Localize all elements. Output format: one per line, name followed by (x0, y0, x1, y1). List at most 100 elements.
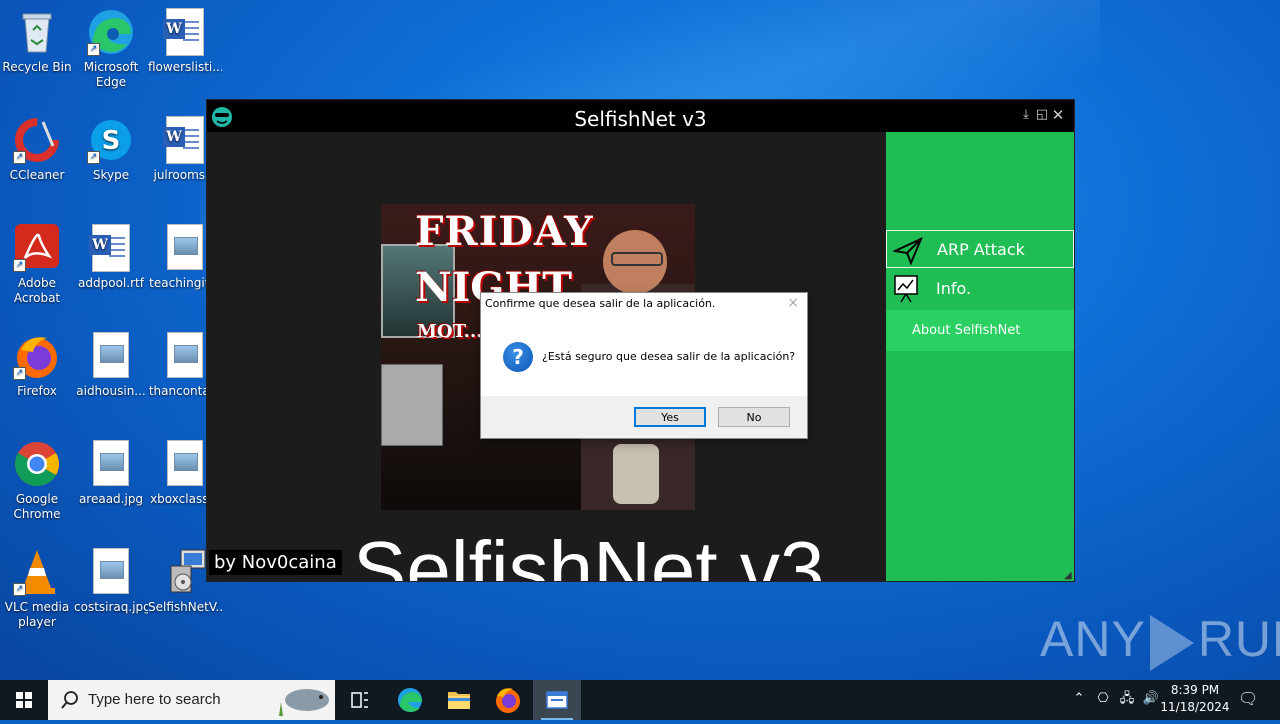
image-file-icon (161, 440, 209, 488)
desktop-icon-addpool[interactable]: W addpool.rtf (74, 224, 148, 291)
download-icon[interactable]: ⤓ (1019, 108, 1033, 122)
taskbar-search-box[interactable]: Type here to search (48, 680, 335, 720)
shortcut-arrow-icon: ↗ (87, 43, 100, 56)
dialog-title: Confirme que desea salir de la aplicació… (485, 297, 716, 310)
taskbar-file-explorer[interactable] (435, 680, 483, 720)
shortcut-arrow-icon: ↗ (87, 151, 100, 164)
task-view-icon (351, 692, 368, 708)
desktop-icon-label: SelfishNetV... (148, 600, 222, 614)
desktop-icon-microsoft-edge[interactable]: ↗ Microsoft Edge (74, 8, 148, 90)
desktop-icon-label: Adobe Acrobat (13, 276, 61, 305)
google-chrome-icon (13, 440, 61, 488)
shortcut-arrow-icon: ↗ (13, 367, 26, 380)
taskbar-firefox[interactable] (484, 680, 532, 720)
taskbar: Type here to search ⌃ ⎔ 🖧 🔊 8:39 PM 11/1… (0, 680, 1280, 720)
shortcut-arrow-icon: ↗ (13, 151, 26, 164)
app-banner-text: SelfishNet v3 (353, 525, 825, 582)
task-view-button[interactable] (336, 680, 384, 720)
desktop-icon-costsiraq[interactable]: costsiraq.jpg (74, 548, 148, 615)
word-document-icon: W (161, 8, 209, 56)
app-window-icon (546, 691, 568, 709)
menu-item-info[interactable]: Info. (886, 270, 1074, 308)
desktop-icon-label: areaad.jpg (78, 492, 144, 506)
menu-item-arp-attack[interactable]: ARP Attack (886, 230, 1074, 268)
desktop-icon-flowerslisti[interactable]: W flowerslisti... (148, 8, 222, 75)
svg-text:S: S (102, 126, 121, 156)
desktop-icon-firefox[interactable]: ↗ Firefox (0, 332, 74, 399)
word-document-icon: W (161, 116, 209, 164)
taskbar-selfishnet[interactable] (533, 680, 581, 720)
question-icon: ? (503, 342, 533, 372)
watermark-text: ANY (1040, 611, 1146, 667)
image-file-icon (87, 332, 135, 380)
skype-icon: S ↗ (87, 116, 135, 164)
desktop-icon-label: Google Chrome (13, 492, 61, 521)
desktop-icon-aidhousin[interactable]: aidhousin... (74, 332, 148, 399)
desktop-icon-ccleaner[interactable]: ↗ CCleaner (0, 116, 74, 183)
adobe-acrobat-icon: ↗ (13, 224, 61, 272)
taskbar-clock[interactable]: 8:39 PM 11/18/2024 (1160, 682, 1230, 716)
dialog-message: ¿Está seguro que desea salir de la aplic… (542, 350, 796, 363)
no-button[interactable]: No (718, 407, 790, 427)
vlc-cone-icon: ↗ (13, 548, 61, 596)
desktop-icon-label: Skype (92, 168, 130, 182)
desktop-icon-label: CCleaner (9, 168, 65, 182)
watermark-text: RUN (1197, 611, 1280, 667)
start-button[interactable] (0, 680, 48, 720)
menu-item-about[interactable]: About SelfishNet (886, 310, 1074, 351)
desktop-icon-label: addpool.rtf (78, 276, 144, 290)
poster-subtitle: MOT... (417, 321, 483, 342)
clock-date: 11/18/2024 (1160, 700, 1230, 714)
show-hidden-icons-chevron-icon[interactable]: ⌃ (1070, 690, 1088, 708)
desktop-icon-adobe-acrobat[interactable]: ↗ Adobe Acrobat (0, 224, 74, 306)
desktop-icon-label: flowerslisti... (148, 60, 222, 74)
search-highlight-icon (273, 684, 331, 716)
image-file-icon (87, 440, 135, 488)
menu-item-label: ARP Attack (937, 240, 1025, 259)
edge-icon (398, 688, 422, 712)
desktop-icon-label: aidhousin... (76, 384, 146, 398)
firefox-icon: ↗ (13, 332, 61, 380)
app-titlebar[interactable]: SelfishNet v3 ⤓ ◱ ✕ (207, 100, 1074, 132)
desktop-icon-vlc[interactable]: ↗ VLC media player (0, 548, 74, 630)
recycle-bin-icon (13, 8, 61, 56)
windows-logo-icon (16, 692, 32, 708)
dialog-footer: Yes No (481, 396, 807, 438)
desktop-icon-label: costsiraq.jpg (74, 600, 148, 614)
resize-grip-icon[interactable]: ◢ (1064, 571, 1074, 581)
dialog-close-icon[interactable]: × (787, 295, 799, 311)
shortcut-arrow-icon: ↗ (13, 259, 26, 272)
image-file-icon (161, 224, 209, 272)
notifications-icon[interactable]: 🗨 (1238, 690, 1258, 708)
folder-icon (448, 692, 470, 709)
image-file-icon (87, 548, 135, 596)
desktop-icon-label: Microsoft Edge (83, 60, 139, 89)
desktop-icon-areaad[interactable]: areaad.jpg (74, 440, 148, 507)
menu-item-label: Info. (936, 279, 972, 298)
clock-time: 8:39 PM (1170, 683, 1220, 697)
exit-confirm-dialog: Confirme que desea salir de la aplicació… (480, 292, 808, 439)
desktop-icon-skype[interactable]: S ↗ Skype (74, 116, 148, 183)
word-document-icon: W (87, 224, 135, 272)
network-icon[interactable]: 🖧 (1118, 690, 1136, 708)
close-icon[interactable]: ✕ (1051, 108, 1065, 123)
poster-title-line: FRIDAY (415, 208, 594, 255)
desktop-icon-label: VLC media player (4, 600, 70, 629)
desktop-icon-recycle-bin[interactable]: Recycle Bin (0, 8, 74, 75)
yes-button[interactable]: Yes (634, 407, 706, 427)
search-icon (60, 690, 80, 710)
author-byline: by Nov0caina (209, 550, 342, 575)
desktop-icon-google-chrome[interactable]: Google Chrome (0, 440, 74, 522)
desktop-icon-label: Recycle Bin (2, 60, 72, 74)
taskbar-edge[interactable] (386, 680, 434, 720)
meet-now-icon[interactable]: ⎔ (1094, 690, 1112, 708)
anyrun-watermark: ANY RUN (1040, 610, 1280, 671)
ccleaner-icon: ↗ (13, 116, 61, 164)
volume-icon[interactable]: 🔊 (1142, 690, 1160, 708)
installer-icon (161, 548, 209, 596)
presentation-chart-icon (892, 274, 922, 304)
side-menu: ARP Attack Info. About SelfishNet ◢ (886, 132, 1074, 581)
image-file-icon (161, 332, 209, 380)
edge-icon: ↗ (87, 8, 135, 56)
maximize-icon[interactable]: ◱ (1035, 108, 1049, 122)
